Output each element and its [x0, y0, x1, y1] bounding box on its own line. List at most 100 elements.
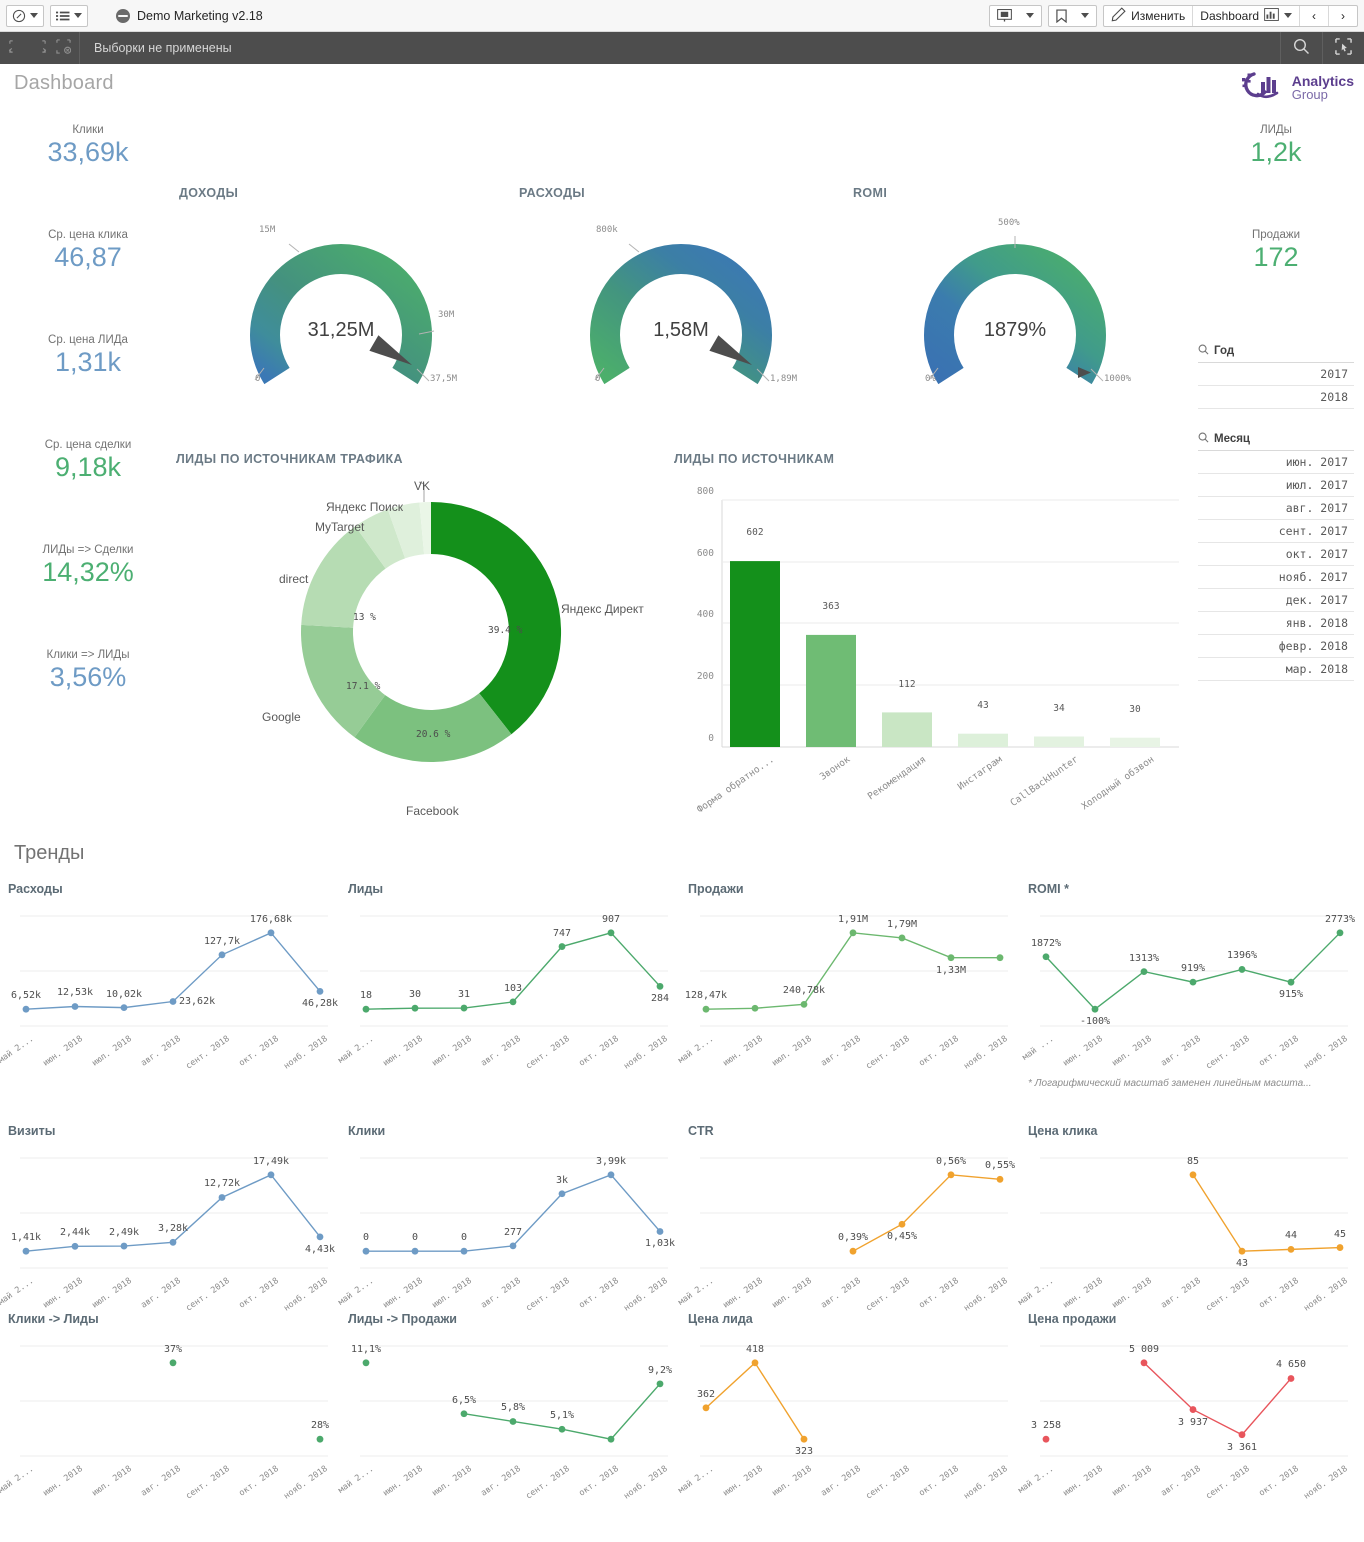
filter-item[interactable]: янв. 2018	[1198, 612, 1354, 635]
trend-point-label: 3 361	[1226, 1441, 1258, 1453]
search-selections-button[interactable]	[1280, 32, 1322, 64]
trend-point	[316, 1435, 324, 1443]
trend-lidy-prodazhi-svg	[360, 1345, 668, 1457]
kpi-kliki-lidy[interactable]: Клики => ЛИДы 3,56%	[0, 649, 176, 694]
bookmark-dropdown[interactable]	[1074, 6, 1096, 26]
filter-item[interactable]: окт. 2017	[1198, 543, 1354, 566]
filter-item[interactable]: июл. 2017	[1198, 474, 1354, 497]
trend-lidy-panel[interactable]: Лиды 18 30 31 103 747 907 284 май 2... июн. 2018 и…	[336, 882, 676, 1072]
trend-point-label: 18	[359, 990, 373, 1002]
sheet-selector[interactable]: Dashboard	[1193, 6, 1299, 26]
bar-ytick: 800	[696, 486, 714, 497]
logo-mark-icon	[1241, 70, 1287, 105]
bar	[882, 712, 932, 747]
bar	[1110, 737, 1160, 747]
filter-item[interactable]: июн. 2017	[1198, 451, 1354, 474]
gauge-tick-max: 37,5M	[430, 374, 458, 384]
trend-point-label: 2,44k	[59, 1227, 91, 1239]
trend-point-label: 28%	[310, 1420, 330, 1432]
filter-item[interactable]: мар. 2018	[1198, 658, 1354, 681]
bookmark-button[interactable]	[1049, 6, 1074, 26]
kpi-sr-cena-lida[interactable]: Ср. цена ЛИДа 1,31k	[0, 334, 176, 439]
app-title-group[interactable]: Demo Marketing v2.18	[116, 8, 263, 23]
donut-chart-panel[interactable]: ЛИДЫ ПО ИСТОЧНИКАМ ТРАФИКА VK Яндекс Пои…	[176, 452, 666, 822]
kpi-sr-cena-klika[interactable]: Ср. цена клика 46,87	[0, 229, 176, 334]
left-kpi-column: Клики 33,69k Ср. цена клика 46,87 Ср. це…	[0, 124, 176, 694]
trend-lidy-prodazhi-panel[interactable]: Лиды -> Продажи 11,1% 6,5% 5,8% 5,1% 9,2% май …	[336, 1312, 676, 1502]
gauge-rashody[interactable]: РАСХОДЫ 1,58M 0 800k 1,89M	[516, 186, 846, 406]
trend-point	[1287, 1375, 1295, 1382]
filter-item[interactable]: сент. 2017	[1198, 520, 1354, 543]
trend-point-label: 5 009	[1128, 1343, 1160, 1355]
trend-point-label: 44	[1284, 1230, 1298, 1242]
filter-item[interactable]: нояб. 2017	[1198, 566, 1354, 589]
navigation-menu-button[interactable]	[6, 4, 44, 27]
trend-cena-prodazhi-panel[interactable]: Цена продажи 3 258 5 009 3 937 3 361 4 650 май…	[1016, 1312, 1356, 1502]
trend-point	[1140, 968, 1148, 976]
prev-sheet-button[interactable]: ‹	[1300, 6, 1328, 26]
filter-item[interactable]: февр. 2018	[1198, 635, 1354, 658]
kpi-sr-cena-sdelki[interactable]: Ср. цена сделки 9,18k	[0, 439, 176, 544]
trend-point	[996, 954, 1004, 962]
filter-item[interactable]: дек. 2017	[1198, 589, 1354, 612]
kpi-lidy-sdelki[interactable]: ЛИДы => Сделки 14,32%	[0, 544, 176, 649]
sheets-menu-button[interactable]	[50, 4, 88, 27]
filter-header[interactable]: Год	[1198, 344, 1354, 363]
kpi-lidy[interactable]: ЛИДы 1,2k	[1188, 124, 1364, 229]
step-forward-icon[interactable]	[32, 39, 47, 57]
trend-point	[1238, 1247, 1246, 1255]
kpi-label: Ср. цена ЛИДа	[48, 334, 128, 346]
trend-point-label: 0,56%	[935, 1155, 967, 1167]
filter-header[interactable]: Месяц	[1198, 432, 1354, 451]
trend-point	[1238, 966, 1246, 973]
gauge-romi[interactable]: ROMI 1879% 0% 500% 1000%	[850, 186, 1180, 406]
logo-text: Analytics Group	[1292, 74, 1354, 102]
analytics-group-logo: Analytics Group	[1241, 70, 1354, 105]
next-sheet-button[interactable]: ›	[1329, 6, 1357, 26]
donut-slice-yandex-direct	[431, 502, 562, 735]
edit-button[interactable]: Изменить	[1104, 6, 1192, 26]
filter-item[interactable]: 2017	[1198, 363, 1354, 386]
trend-romi-panel[interactable]: ROMI * 1872% -100% 1313% 919% 1396% 915% 2773% м…	[1021, 882, 1356, 1089]
trend-point	[558, 943, 566, 950]
sheet-label: Dashboard	[1200, 8, 1259, 23]
selections-tool-button[interactable]	[1322, 32, 1364, 64]
trend-point-label: 85	[1186, 1155, 1200, 1167]
present-button[interactable]	[990, 6, 1019, 26]
trend-point-label: 907	[601, 913, 621, 925]
trend-point-label: 3,99k	[595, 1155, 627, 1167]
trend-cena-lida-panel[interactable]: Цена лида 362 418 323 май 2... июн. 2018 июл. …	[676, 1312, 1016, 1502]
trend-prodazhi-panel[interactable]: Продажи 128,47k 240,78k 1,91M 1,79M 1,33M май …	[676, 882, 1016, 1072]
bar-chart-svg	[721, 499, 1179, 748]
selection-box-icon	[1335, 38, 1352, 58]
trend-point	[607, 1171, 615, 1179]
trend-vizity-panel[interactable]: Визиты 1,41k 2,44k 2,49k 3,28k 12,72k 17,49k 4,…	[0, 1124, 336, 1314]
trend-point-label: 915%	[1278, 989, 1304, 1001]
trend-point-label: 2773%	[1324, 913, 1356, 925]
donut-pct-google: 17.1 %	[346, 681, 381, 692]
clear-selections-icon[interactable]	[56, 39, 72, 57]
trend-kliki-panel[interactable]: Клики 0 0 0 277 3k 3,99k 1,03k май 2... июн. 2018…	[336, 1124, 676, 1314]
filter-item[interactable]: 2018	[1198, 386, 1354, 409]
kpi-value: 1,2k	[1250, 137, 1302, 167]
kpi-prodazhi[interactable]: Продажи 172	[1188, 229, 1364, 274]
present-dropdown[interactable]	[1019, 6, 1041, 26]
toolbar-right-group: Изменить Dashboard ‹ ›	[989, 4, 1358, 27]
gauge-dohody[interactable]: ДОХОДЫ 31,25M 0 15M 30M 37,5M	[176, 186, 506, 406]
kpi-label: Клики => ЛИДы	[46, 649, 130, 661]
selection-tools	[1280, 32, 1364, 64]
gauge-title-romi: ROMI	[853, 186, 888, 200]
kpi-kliki[interactable]: Клики 33,69k	[0, 124, 176, 229]
trend-ctr-panel[interactable]: CTR 0,39% 0,45% 0,56% 0,55% май 2... июн. 2018…	[676, 1124, 1016, 1314]
step-back-icon[interactable]	[8, 39, 23, 57]
gauge-tick-mid: 15M	[259, 225, 276, 235]
bar-chart-panel[interactable]: ЛИДЫ ПО ИСТОЧНИКАМ 0 200 400 600 800 602…	[674, 452, 1188, 822]
trend-point	[1140, 1359, 1148, 1367]
trend-point	[362, 1359, 370, 1367]
filter-item[interactable]: авг. 2017	[1198, 497, 1354, 520]
trend-rashody-panel[interactable]: Расходы 6,52k 12,53k 10,02k 23,62k 127,7k 176,…	[0, 882, 338, 1072]
filter-pane-year: Год 2017 2018	[1198, 344, 1354, 409]
trend-kliki-lidy-panel[interactable]: Клики -> Лиды 37% 28% май 2... июн. 2018 июл.…	[0, 1312, 336, 1502]
trend-point-label: 4 650	[1275, 1359, 1307, 1371]
trend-cena-klika-panel[interactable]: Цена клика 85 43 44 45 май 2... июн. 2018 июл. …	[1016, 1124, 1356, 1314]
